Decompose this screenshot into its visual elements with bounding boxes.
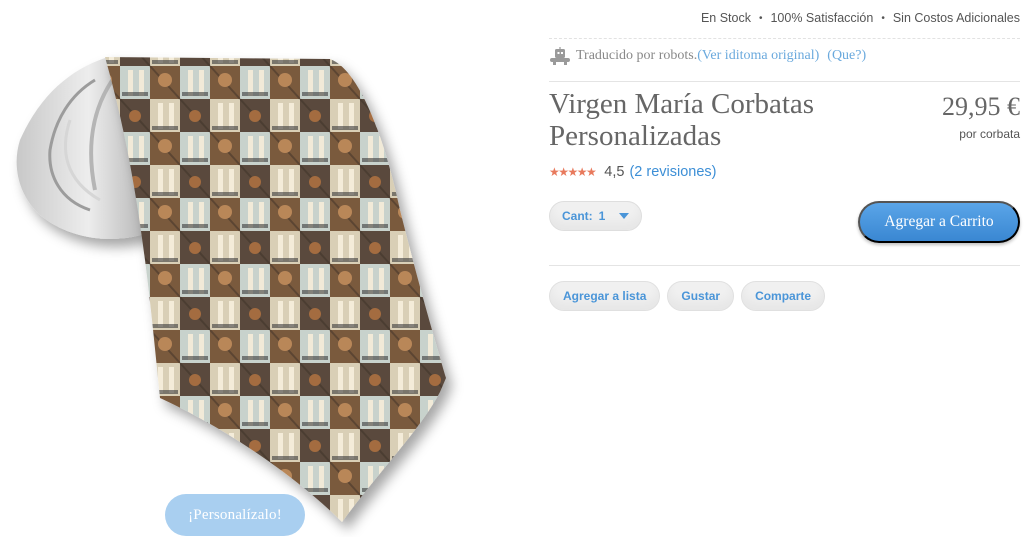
separator-dot: • [758, 12, 763, 24]
quantity-label: Cant: [562, 209, 593, 223]
product-image: ¡Personalízalo! [0, 0, 520, 537]
translation-notice: Traducido por robots. (Ver iditoma origi… [549, 47, 866, 65]
price-unit: por corbata [959, 127, 1020, 141]
reviews-link[interactable]: (2 revisiones) [629, 164, 716, 180]
customize-button[interactable]: ¡Personalízalo! [165, 494, 305, 536]
rating-stars: ★★★★★ [549, 165, 597, 179]
like-button[interactable]: Gustar [667, 281, 735, 311]
action-buttons: Agregar a lista Gustar Comparte [549, 281, 826, 311]
satisfaction-label: 100% Satisfacción [770, 11, 874, 25]
robot-icon [550, 47, 570, 65]
divider [549, 38, 1020, 39]
caret-down-icon [619, 213, 630, 219]
quantity-selector[interactable]: Cant: 1 [549, 201, 642, 231]
separator-dot: • [881, 12, 885, 24]
quantity-value: 1 [598, 209, 606, 223]
product-title: Virgen María Corbatas Personalizadas [549, 88, 815, 152]
add-to-cart-button[interactable]: Agregar a Carrito [858, 201, 1020, 243]
tie-blade [105, 57, 446, 522]
no-costs-label: Sin Costos Adicionales [892, 11, 1020, 25]
tie-illustration [16, 57, 446, 522]
in-stock-label: En Stock [700, 11, 751, 25]
share-button[interactable]: Comparte [741, 281, 826, 311]
divider [549, 265, 1020, 266]
translation-text: Traducido por robots. [576, 48, 698, 63]
view-original-link[interactable]: (Ver iditoma original) [697, 48, 819, 64]
rating: ★★★★★ 4,5 (2 revisiones) [549, 164, 717, 180]
rating-value: 4,5 [604, 164, 625, 180]
add-to-list-button[interactable]: Agregar a lista [549, 281, 661, 311]
divider [549, 81, 1020, 82]
product-details: En Stock • 100% Satisfacción • Sin Costo… [549, 0, 1020, 537]
product-price: 29,95 € [942, 92, 1020, 121]
stock-info-bar: En Stock • 100% Satisfacción • Sin Costo… [701, 11, 1020, 25]
what-link[interactable]: (Que?) [827, 48, 866, 64]
